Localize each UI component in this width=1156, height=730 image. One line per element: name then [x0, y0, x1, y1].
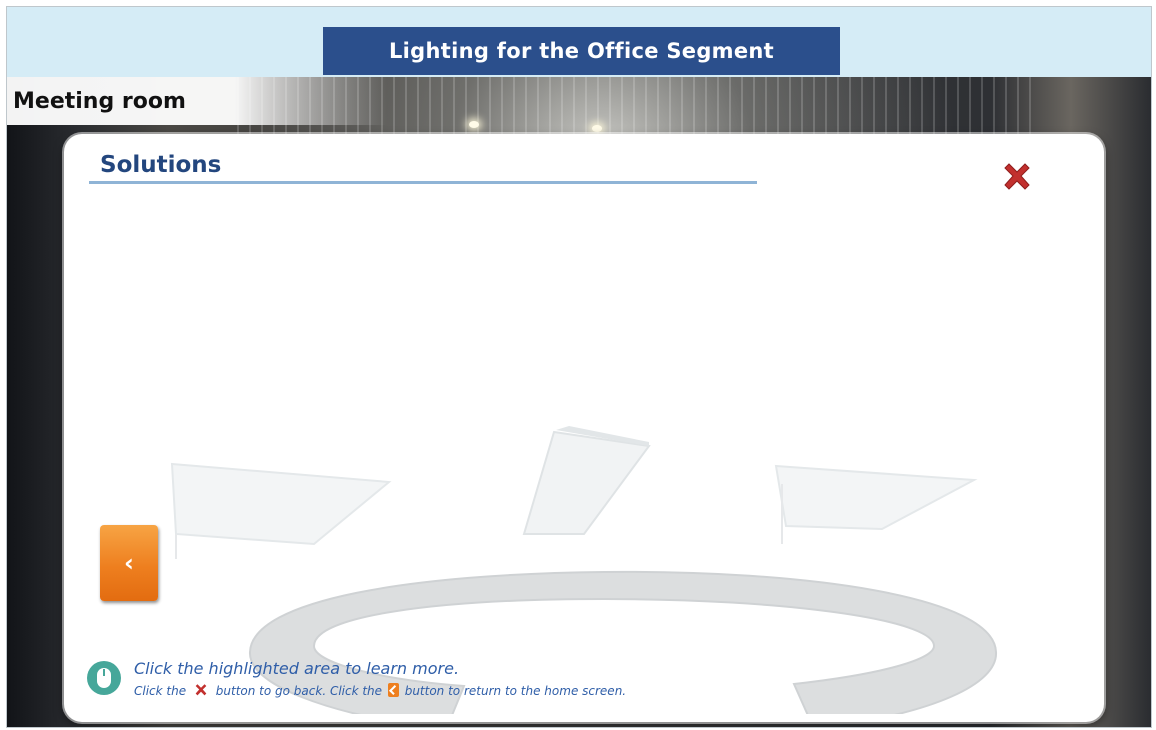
top-bar: Lighting for the Office Segment	[7, 7, 1151, 77]
hint-text-part: button to return to the home screen.	[404, 684, 627, 698]
ceiling-light	[469, 121, 479, 128]
mouse-icon	[87, 661, 121, 695]
hint-secondary-text: Click the button to go back. Click the b…	[134, 682, 626, 698]
hint-text-part: Click the	[134, 684, 187, 698]
hint-text-part: button to go back. Click the	[215, 684, 383, 698]
panel-title-bar: Solutions	[89, 150, 757, 184]
solutions-panel: Solutions ‹ Click the highlighted area t…	[64, 134, 1104, 722]
panel-title: Solutions	[100, 152, 222, 178]
room-scene-background: Meeting room Solutions ‹ Click the highl…	[7, 77, 1151, 727]
home-icon	[387, 683, 399, 697]
chevron-left-icon: ‹	[124, 549, 134, 577]
close-button[interactable]	[999, 159, 1035, 195]
ceiling-panel-left	[170, 462, 392, 546]
ceiling-panel-right	[774, 464, 978, 531]
instruction-hint: Click the highlighted area to learn more…	[86, 657, 986, 707]
close-x-icon	[1004, 163, 1030, 190]
ceiling-light	[592, 125, 602, 132]
close-x-icon	[195, 684, 207, 696]
app-frame: Lighting for the Office Segment Meeting …	[6, 6, 1152, 728]
hint-primary-text: Click the highlighted area to learn more…	[134, 659, 460, 678]
room-label: Meeting room	[7, 77, 387, 125]
linear-luminaire	[522, 430, 651, 535]
page-title: Lighting for the Office Segment	[323, 27, 840, 75]
back-button[interactable]: ‹	[100, 525, 158, 601]
